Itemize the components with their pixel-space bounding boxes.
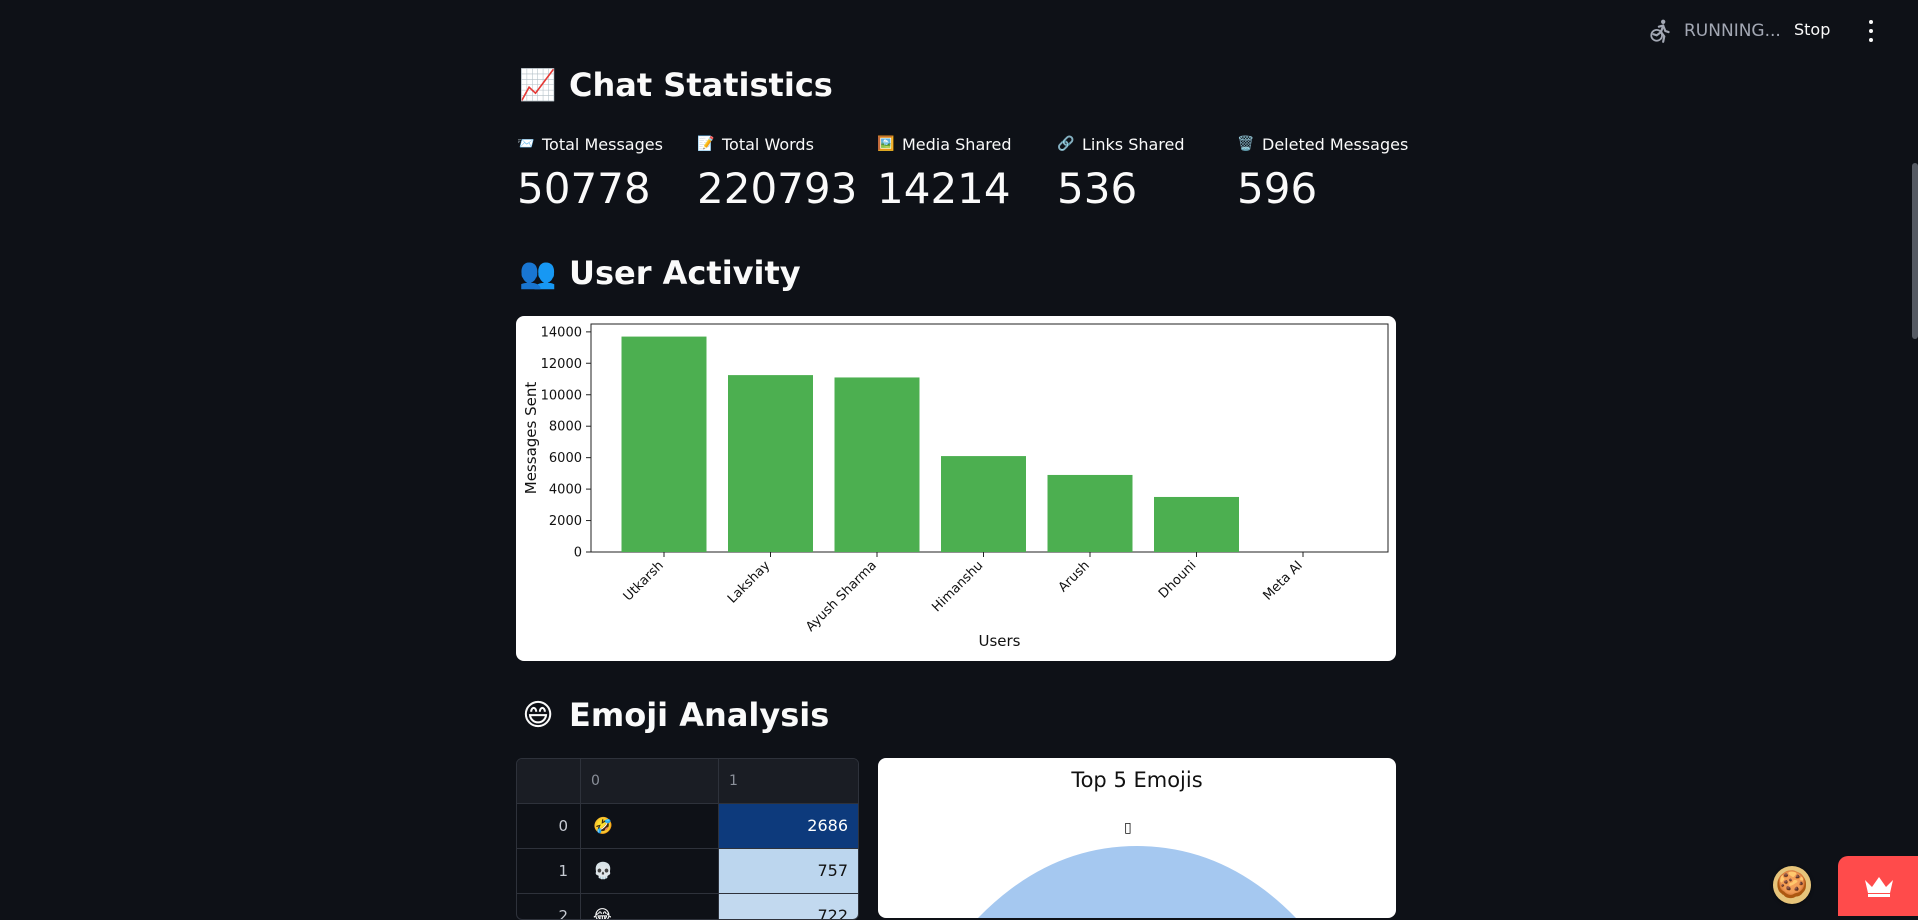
user-activity-title: User Activity — [569, 254, 801, 292]
row-index: 1 — [517, 849, 581, 893]
pie-chart-canvas — [978, 846, 1296, 918]
y-tick-label: 10000 — [541, 388, 582, 403]
table-header-col-1[interactable]: 1 — [719, 759, 858, 803]
table-row[interactable]: 2 😂 722 — [517, 894, 858, 919]
x-tick-label: Utkarsh — [621, 558, 667, 604]
metric-label: Deleted Messages — [1262, 134, 1409, 154]
row-index: 0 — [517, 804, 581, 848]
running-man-icon — [1650, 19, 1670, 43]
metric-label: Total Words — [722, 134, 814, 154]
x-tick-label: Meta AI — [1260, 558, 1305, 603]
x-tick-label: Dhouni — [1156, 558, 1199, 601]
x-tick-label: Lakshay — [725, 558, 774, 607]
metric-value: 596 — [1237, 164, 1318, 213]
y-axis-label: Messages Sent — [522, 382, 540, 495]
metric-value: 536 — [1057, 164, 1138, 213]
bar — [834, 377, 920, 552]
metric-total-messages: 📨 Total Messages 50778 — [517, 132, 663, 210]
bar — [1047, 474, 1133, 552]
emoji-analysis-heading: 😄 Emoji Analysis — [519, 696, 829, 734]
cookie-icon[interactable]: 🍪 — [1773, 866, 1811, 904]
bar — [941, 456, 1026, 552]
count-cell: 2686 — [719, 804, 858, 848]
y-tick-label: 0 — [574, 546, 582, 561]
count-cell: 757 — [719, 849, 858, 893]
x-axis-label: Users — [978, 632, 1020, 650]
top-emojis-pie-chart: Top 5 Emojis ▯ — [878, 758, 1396, 918]
x-tick-label: Arush — [1056, 558, 1093, 595]
metric-value: 220793 — [697, 164, 858, 213]
table-header-row: 0 1 — [517, 759, 858, 804]
metric-value: 50778 — [517, 164, 651, 213]
metric-label: Total Messages — [542, 134, 663, 154]
memo-icon: 📝 — [697, 136, 715, 152]
table-row[interactable]: 0 🤣 2686 — [517, 804, 858, 849]
table-header-index[interactable] — [517, 759, 581, 803]
emoji-analysis-title: Emoji Analysis — [569, 696, 830, 734]
running-status-text: RUNNING... — [1684, 21, 1781, 41]
bar — [1154, 496, 1239, 552]
metric-label: Media Shared — [902, 134, 1012, 154]
link-icon: 🔗 — [1057, 136, 1075, 152]
emoji-cell: 🤣 — [581, 804, 719, 848]
emoji-cell: 💀 — [581, 849, 719, 893]
count-cell: 722 — [719, 894, 858, 919]
metric-total-words: 📝 Total Words 220793 — [697, 132, 857, 210]
y-tick-label: 6000 — [549, 451, 582, 466]
crown-icon — [1865, 877, 1893, 897]
top-toolbar: RUNNING... Stop — [0, 0, 1918, 60]
bar — [621, 336, 707, 552]
chart-increasing-icon: 📈 — [519, 67, 557, 103]
framed-picture-icon: 🖼️ — [877, 136, 895, 152]
x-tick-label: Himanshu — [929, 558, 986, 615]
incoming-envelope-icon: 📨 — [517, 136, 535, 152]
grinning-face-icon: 😄 — [522, 697, 554, 733]
emoji-dataframe[interactable]: 0 1 0 🤣 2686 1 💀 757 2 😂 722 — [516, 758, 859, 920]
emoji-cell: 😂 — [581, 894, 719, 919]
scrollbar-thumb[interactable] — [1912, 163, 1918, 339]
y-tick-label: 8000 — [549, 420, 582, 435]
user-activity-chart: 0 2000 4000 6000 8000 10000 12000 14000 Utkarsh L… — [516, 316, 1396, 661]
streamlit-crown-button[interactable] — [1838, 856, 1918, 916]
y-tick-label: 2000 — [549, 514, 582, 529]
metric-deleted-messages: 🗑️ Deleted Messages 596 — [1237, 132, 1408, 210]
chat-statistics-heading: 📈 Chat Statistics — [519, 66, 833, 104]
main-menu-icon[interactable] — [1866, 20, 1876, 42]
stop-button[interactable]: Stop — [1794, 20, 1830, 39]
row-index: 2 — [517, 894, 581, 919]
user-activity-bar-chart: 0 2000 4000 6000 8000 10000 12000 14000 Utkarsh L… — [522, 323, 1389, 650]
pie-slice — [978, 846, 1296, 918]
y-tick-label: 12000 — [541, 357, 582, 372]
wastebasket-icon: 🗑️ — [1237, 136, 1255, 152]
y-tick-label: 4000 — [549, 483, 582, 498]
table-row[interactable]: 1 💀 757 — [517, 849, 858, 894]
y-tick-label: 14000 — [541, 325, 582, 340]
metric-value: 14214 — [877, 164, 1011, 213]
x-tick-label: Ayush Sharma — [803, 558, 880, 635]
running-status: RUNNING... — [1648, 18, 1781, 44]
user-activity-heading: 👥 User Activity — [519, 254, 801, 292]
metric-links-shared: 🔗 Links Shared 536 — [1057, 132, 1185, 210]
metric-label: Links Shared — [1082, 134, 1185, 154]
chat-statistics-title: Chat Statistics — [569, 66, 833, 104]
table-header-col-0[interactable]: 0 — [581, 759, 719, 803]
bar — [728, 375, 813, 552]
busts-icon: 👥 — [519, 255, 557, 291]
metric-media-shared: 🖼️ Media Shared 14214 — [877, 132, 1011, 210]
